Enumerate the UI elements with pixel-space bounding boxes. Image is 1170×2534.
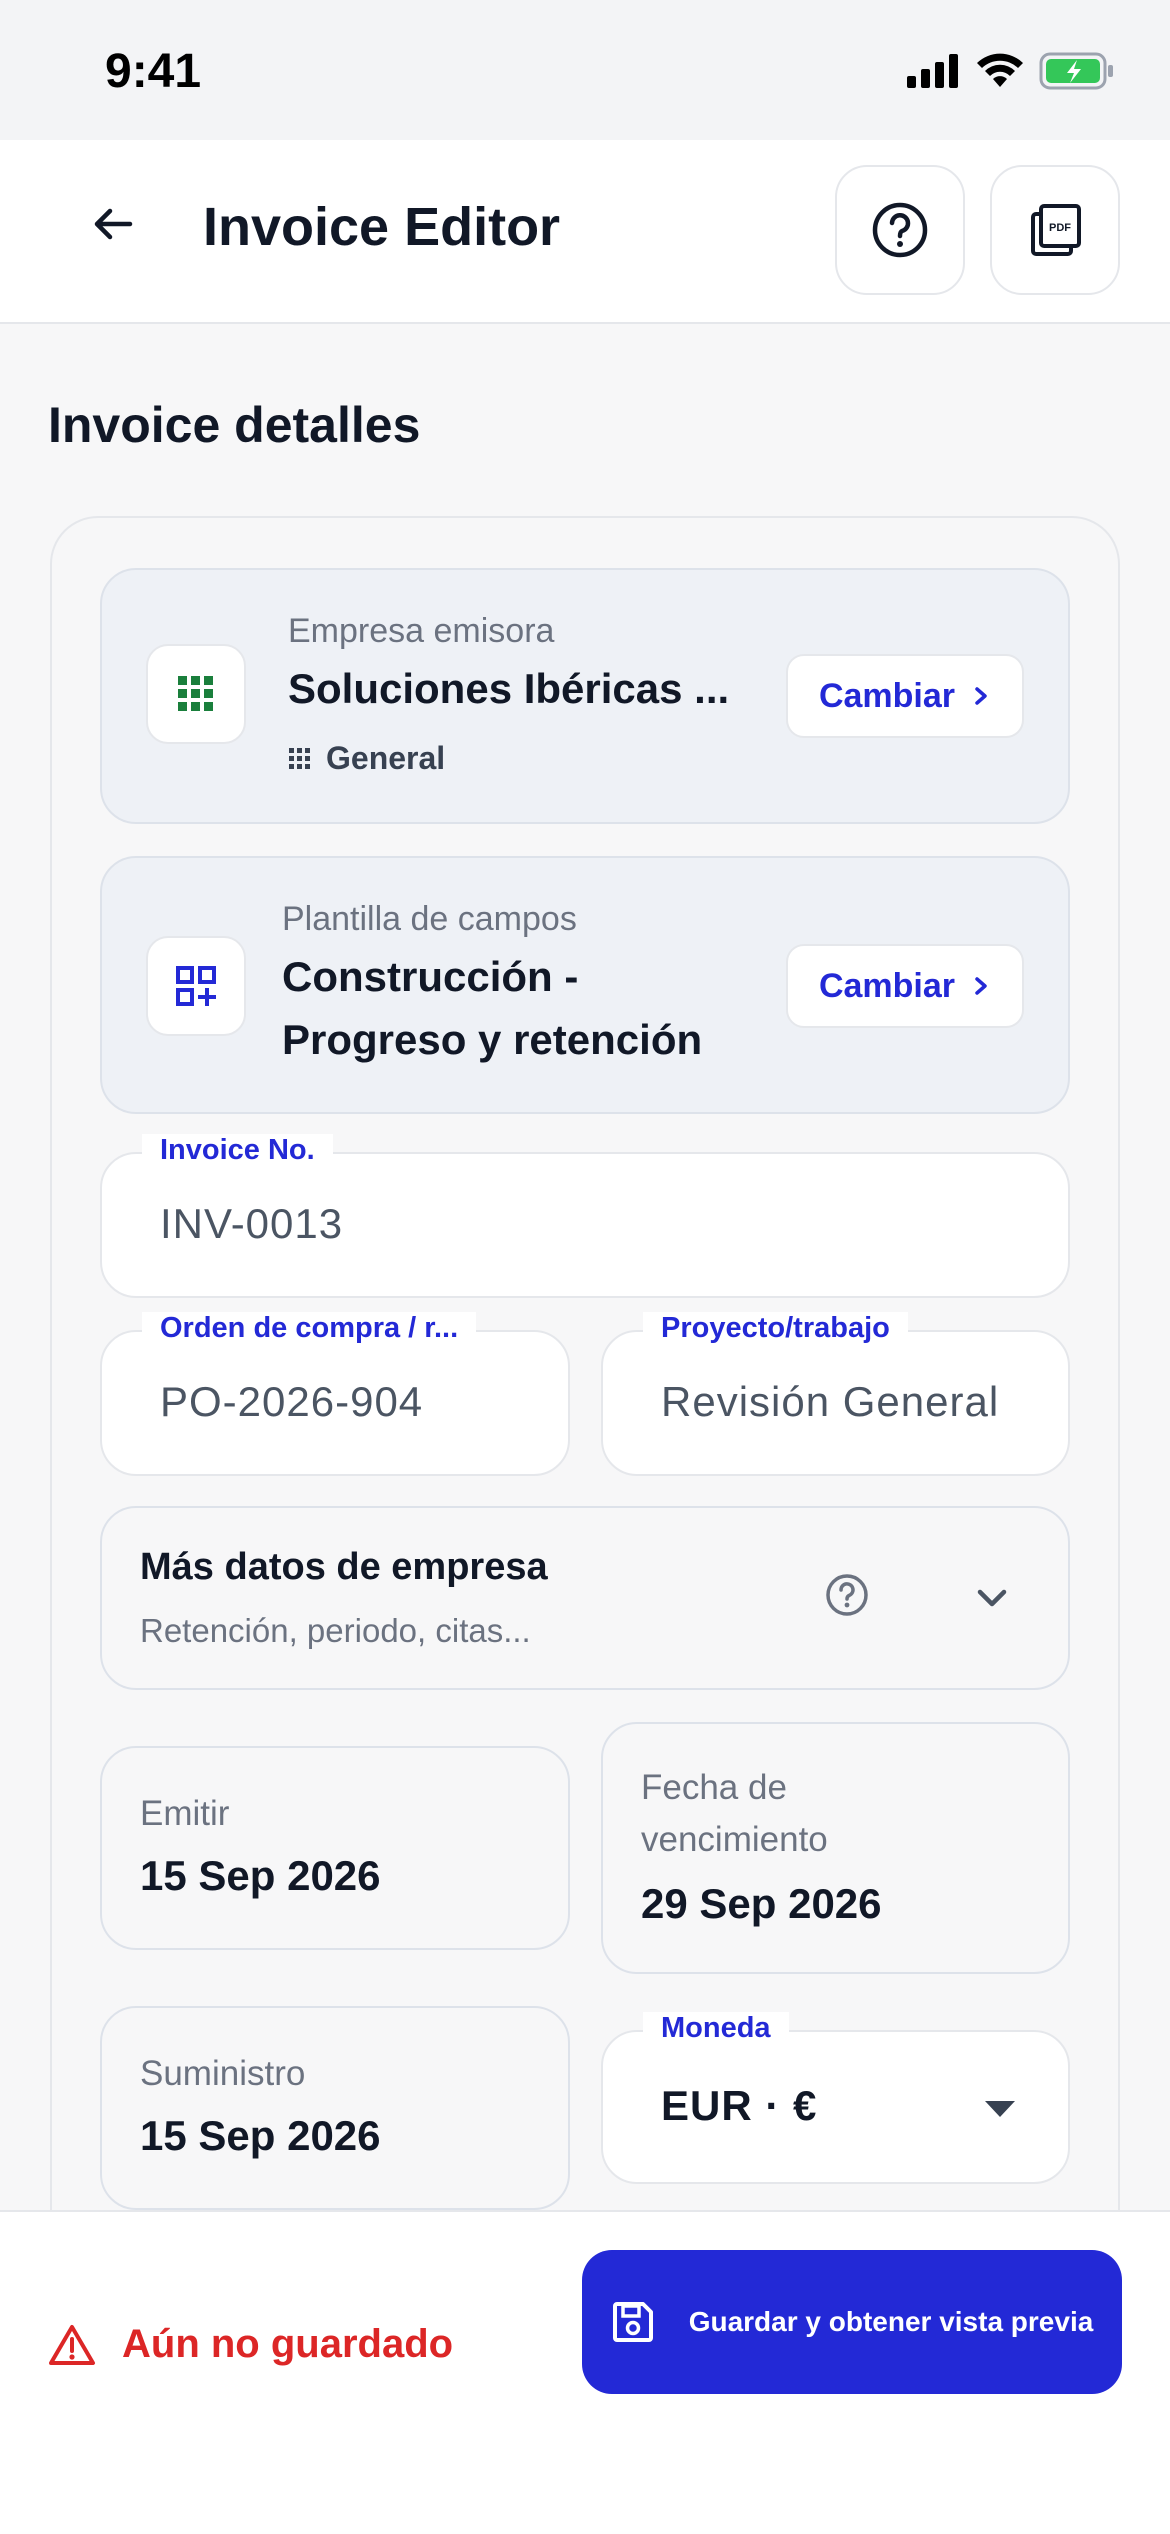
- company-icon-box: [146, 644, 246, 744]
- due-date-label-line1: Fecha de: [641, 1768, 787, 1807]
- due-date-label-line2: vencimiento: [641, 1820, 828, 1859]
- chevron-right-icon: [975, 687, 987, 705]
- qr-add-icon: [176, 966, 216, 1006]
- arrow-left-icon: [94, 208, 133, 240]
- help-circle-icon[interactable]: [824, 1572, 870, 1618]
- unsaved-text: Aún no guardado: [122, 2322, 454, 2366]
- small-grid-icon: [289, 747, 310, 769]
- help-circle-icon: [872, 202, 928, 258]
- issue-date-value: 15 Sep 2026: [140, 1852, 381, 1899]
- save-preview-label: Guardar y obtener vista previa: [688, 2306, 1094, 2337]
- change-company-button[interactable]: Cambiar: [786, 654, 1024, 738]
- currency-select[interactable]: Moneda EUR · €: [601, 2012, 1070, 2184]
- issue-date-label: Emitir: [140, 1794, 230, 1833]
- template-label: Plantilla de campos: [282, 900, 577, 938]
- project-label: Proyecto/trabajo: [643, 1312, 908, 1345]
- invoice-number-label: Invoice No.: [142, 1134, 333, 1167]
- company-label: Empresa emisora: [288, 612, 555, 650]
- po-label: Orden de compra / r...: [142, 1312, 477, 1345]
- bottom-action-bar: Aún no guardado Guardar y obtener vista …: [0, 2210, 1170, 2534]
- caret-down-icon: [985, 2101, 1015, 2117]
- app-header: Invoice Editor PDF: [0, 140, 1170, 324]
- save-disk-icon: [612, 2302, 653, 2342]
- wifi-icon: [977, 53, 1023, 87]
- svg-text:PDF: PDF: [1049, 222, 1071, 234]
- more-company-title: Más datos de empresa: [140, 1546, 548, 1588]
- currency-value: EUR · €: [661, 2082, 818, 2129]
- template-icon-box: [146, 936, 246, 1036]
- status-time: 9:41: [105, 45, 202, 98]
- invoice-number-value: INV-0013: [160, 1200, 344, 1247]
- warning-triangle-icon: [49, 2324, 95, 2365]
- issue-date-field[interactable]: Emitir 15 Sep 2026: [100, 1746, 570, 1950]
- pdf-icon: PDF: [1031, 204, 1081, 256]
- project-field[interactable]: Proyecto/trabajo Revisión General: [601, 1312, 1070, 1476]
- signal-icon: [907, 54, 958, 88]
- project-value: Revisión General: [661, 1378, 1000, 1425]
- supply-date-value: 15 Sep 2026: [140, 2112, 381, 2159]
- status-bar: 9:41: [0, 0, 1170, 140]
- company-picker[interactable]: Empresa emisora Soluciones Ibéricas ... …: [100, 568, 1070, 824]
- pdf-button[interactable]: PDF: [990, 165, 1120, 295]
- currency-label: Moneda: [643, 2012, 789, 2045]
- change-template-label: Cambiar: [818, 966, 956, 1005]
- battery-icon: [1039, 52, 1113, 90]
- chevron-down-icon[interactable]: [972, 1578, 1012, 1618]
- template-name-line1: Construcción -: [282, 953, 579, 1000]
- invoice-number-field[interactable]: Invoice No. INV-0013: [100, 1134, 1070, 1298]
- company-subtitle-text: General: [326, 740, 446, 776]
- help-button[interactable]: [835, 165, 965, 295]
- back-button[interactable]: [80, 190, 148, 258]
- change-company-label: Cambiar: [818, 676, 956, 715]
- status-icons: [907, 52, 1115, 90]
- unsaved-status: Aún no guardado: [48, 2322, 453, 2367]
- supply-date-field[interactable]: Suministro 15 Sep 2026: [100, 2006, 570, 2210]
- template-name-line2: Progreso y retención: [282, 1016, 703, 1063]
- grid-icon: [178, 676, 213, 711]
- chevron-right-icon: [975, 977, 987, 995]
- section-title: Invoice detalles: [48, 397, 421, 453]
- po-value: PO-2026-904: [160, 1378, 424, 1425]
- more-company-subtitle: Retención, periodo, citas...: [140, 1612, 531, 1649]
- supply-date-label: Suministro: [140, 2054, 306, 2093]
- company-subtitle: General: [288, 740, 445, 777]
- change-template-button[interactable]: Cambiar: [786, 944, 1024, 1028]
- po-field[interactable]: Orden de compra / r... PO-2026-904: [100, 1312, 570, 1476]
- due-date-field[interactable]: Fecha de vencimiento 29 Sep 2026: [601, 1722, 1070, 1974]
- template-picker[interactable]: Plantilla de campos Construcción - Progr…: [100, 856, 1070, 1114]
- save-preview-button[interactable]: Guardar y obtener vista previa: [582, 2250, 1122, 2394]
- company-name: Soluciones Ibéricas ...: [288, 665, 730, 712]
- due-date-value: 29 Sep 2026: [641, 1880, 882, 1927]
- more-company-data-accordion[interactable]: Más datos de empresa Retención, periodo,…: [100, 1506, 1070, 1690]
- page-title: Invoice Editor: [203, 197, 561, 257]
